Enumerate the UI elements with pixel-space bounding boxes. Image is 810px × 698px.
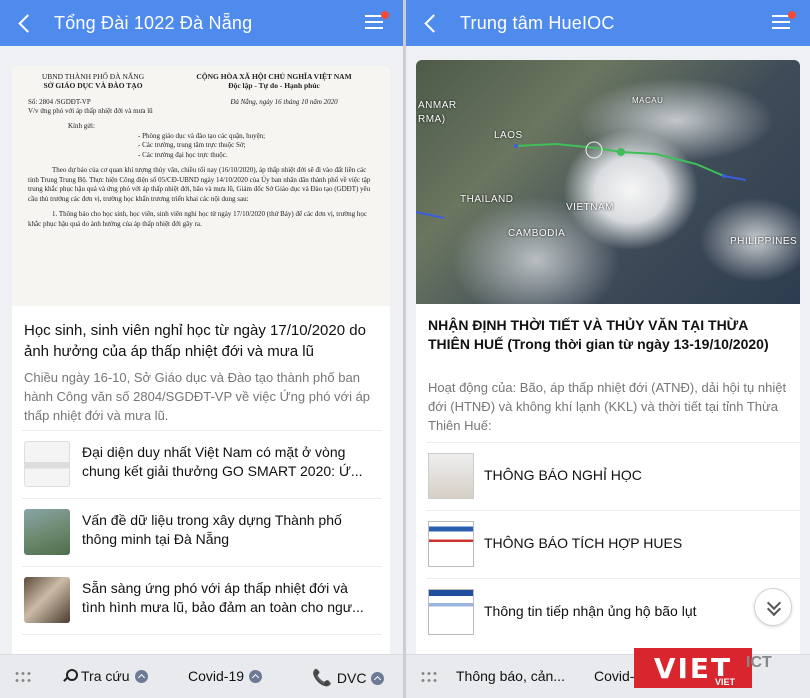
map-label: CAMBODIA (508, 228, 566, 239)
doc-date: Đà Nẵng, ngày 16 tháng 10 năm 2020 (230, 98, 338, 106)
page-title: Trung tâm HueIOC (460, 12, 615, 33)
right-header: Trung tâm HueIOC (406, 0, 810, 46)
news-thumbnail (24, 441, 70, 487)
news-title-line: thông minh tại Đà Nẵng (82, 531, 230, 547)
grid-menu-icon[interactable] (420, 670, 438, 684)
news-title-line: Sẵn sàng ứng phó với áp thấp nhiệt đới v… (82, 580, 348, 596)
screenshot-composite: Tổng Đài 1022 Đà Nẵng UBND THÀNH PHỐ ĐÀ … (0, 0, 810, 698)
back-arrow-icon[interactable] (16, 14, 34, 32)
map-label: LAOS (494, 130, 523, 141)
notice-thumbnail (428, 521, 474, 567)
satellite-storm-image[interactable]: ANMAR RMA) LAOS MACAU THAILAND VIETNAM C… (416, 60, 800, 304)
right-app-screen: Trung tâm HueIOC ANMAR RMA) LAOS MACAU T (406, 0, 810, 698)
article-headline[interactable]: NHẬN ĐỊNH THỜI TIẾT VÀ THỦY VĂN TẠI THỪA… (428, 316, 784, 354)
doc-subject: V/v ứng phó với áp thấp nhiệt đới và mưa… (28, 107, 153, 115)
map-label: RMA) (418, 114, 446, 125)
news-title-line: Vấn đề dữ liệu trong xây dựng Thành phố (82, 512, 342, 528)
doc-salutation: Kính gửi: (68, 122, 95, 130)
news-card: UBND THÀNH PHỐ ĐÀ NẴNG SỞ GIÁO DỤC VÀ ĐÀ… (12, 66, 390, 666)
list-item[interactable]: Sẵn sàng ứng phó với áp thấp nhiệt đới v… (22, 566, 382, 634)
doc-org-line: UBND THÀNH PHỐ ĐÀ NẴNG (41, 72, 145, 81)
article-summary: Chiều ngày 16-10, Sở Giáo dục và Đào tạo… (24, 370, 371, 423)
notification-menu-icon[interactable] (772, 11, 796, 31)
nav-label: Tra cứu (81, 668, 130, 684)
list-item[interactable]: Vấn đề dữ liệu trong xây dựng Thành phố t… (22, 498, 382, 566)
logo-tag: ICT (746, 654, 772, 671)
list-item[interactable]: Thông tin tiếp nhận ủng hộ bão lụt (426, 578, 800, 646)
nav-dvc[interactable]: 📞 DVC (312, 668, 385, 688)
nav-label: DVC (336, 670, 367, 686)
left-app-screen: Tổng Đài 1022 Đà Nẵng UBND THÀNH PHỐ ĐÀ … (0, 0, 403, 698)
doc-motto-line: Độc lập - Tự do - Hạnh phúc (228, 81, 320, 90)
news-title-line: chung kết giải thưởng GO SMART 2020: Ứ..… (82, 463, 363, 479)
storm-track-overlay (416, 141, 747, 219)
doc-body: Theo dự báo của cơ quan khí tượng thủy v… (28, 166, 371, 203)
scroll-down-button[interactable] (754, 588, 792, 626)
doc-recipient: - Các trường đại học trực thuộc. (138, 150, 228, 159)
search-icon (62, 669, 78, 683)
map-label: PHILIPPINES (730, 236, 798, 247)
nav-covid[interactable]: Covid-19 (188, 668, 263, 684)
phone-icon: 📞 (312, 670, 332, 687)
weather-card: ANMAR RMA) LAOS MACAU THAILAND VIETNAM C… (416, 60, 800, 666)
logo-small: VIET (712, 676, 739, 688)
list-item[interactable]: THÔNG BÁO NGHỈ HỌC (426, 442, 800, 510)
chevron-up-icon (249, 669, 263, 683)
list-item-title: THÔNG BÁO NGHỈ HỌC (484, 467, 642, 483)
doc-nation-line: CỘNG HÒA XÃ HỘI CHỦ NGHĨA VIỆT NAM (196, 72, 352, 81)
map-label: MACAU (632, 96, 664, 105)
article-summary: Hoạt động của: Bão, áp thấp nhiệt đới (A… (428, 380, 787, 433)
article-headline[interactable]: Học sinh, sinh viên nghỉ học từ ngày 17/… (24, 320, 380, 362)
news-thumbnail (24, 509, 70, 555)
chevron-up-icon (371, 671, 385, 685)
list-item[interactable]: THÔNG BÁO TÍCH HỢP HUES (426, 510, 800, 578)
list-item-title: Thông tin tiếp nhận ủng hộ bão lụt (484, 603, 697, 619)
nav-lookup[interactable]: Tra cứu (62, 668, 148, 684)
doc-number: Số: 2804 /SGDĐT-VP (28, 98, 91, 106)
grid-menu-icon[interactable] (14, 670, 32, 684)
left-header: Tổng Đài 1022 Đà Nẵng (0, 0, 403, 46)
doc-recipient: - Các trường, trung tâm trực thuộc Sở; (138, 141, 246, 149)
back-arrow-icon[interactable] (422, 14, 440, 32)
news-title-line: Đại diện duy nhất Việt Nam có mặt ở vòng (82, 444, 346, 460)
official-document-image[interactable]: UBND THÀNH PHỐ ĐÀ NẴNG SỞ GIÁO DỤC VÀ ĐÀ… (12, 66, 390, 306)
notice-thumbnail (428, 589, 474, 635)
notification-menu-icon[interactable] (365, 11, 389, 31)
map-label: THAILAND (460, 194, 514, 205)
vietnamnet-ict-logo: VIET ICT VIET (634, 648, 798, 692)
map-label: ANMAR (418, 100, 457, 111)
nav-label: Covid-19 (188, 668, 245, 684)
chevron-up-icon (134, 669, 148, 683)
doc-org-line: SỞ GIÁO DỤC VÀ ĐÀO TẠO (43, 81, 143, 90)
news-title-line: tình hình mưa lũ, bảo đảm an toàn cho ng… (82, 599, 364, 615)
left-bottom-nav: Tra cứu Covid-19 📞 DVC (0, 654, 403, 698)
page-title: Tổng Đài 1022 Đà Nẵng (54, 12, 253, 33)
notice-thumbnail (428, 453, 474, 499)
doc-body: 1. Thông báo cho học sinh, học viên, sin… (28, 210, 367, 228)
map-label: VIETNAM (566, 202, 614, 213)
news-thumbnail (24, 577, 70, 623)
list-item[interactable]: Đại diện duy nhất Việt Nam có mặt ở vòng… (22, 430, 382, 498)
list-item-title: THÔNG BÁO TÍCH HỢP HUES (484, 535, 683, 551)
nav-label: Thông báo, cản... (456, 668, 565, 684)
nav-notifications[interactable]: Thông báo, cản... (456, 668, 565, 684)
doc-recipient: - Phòng giáo dục và đào tạo các quận, hu… (138, 131, 266, 140)
